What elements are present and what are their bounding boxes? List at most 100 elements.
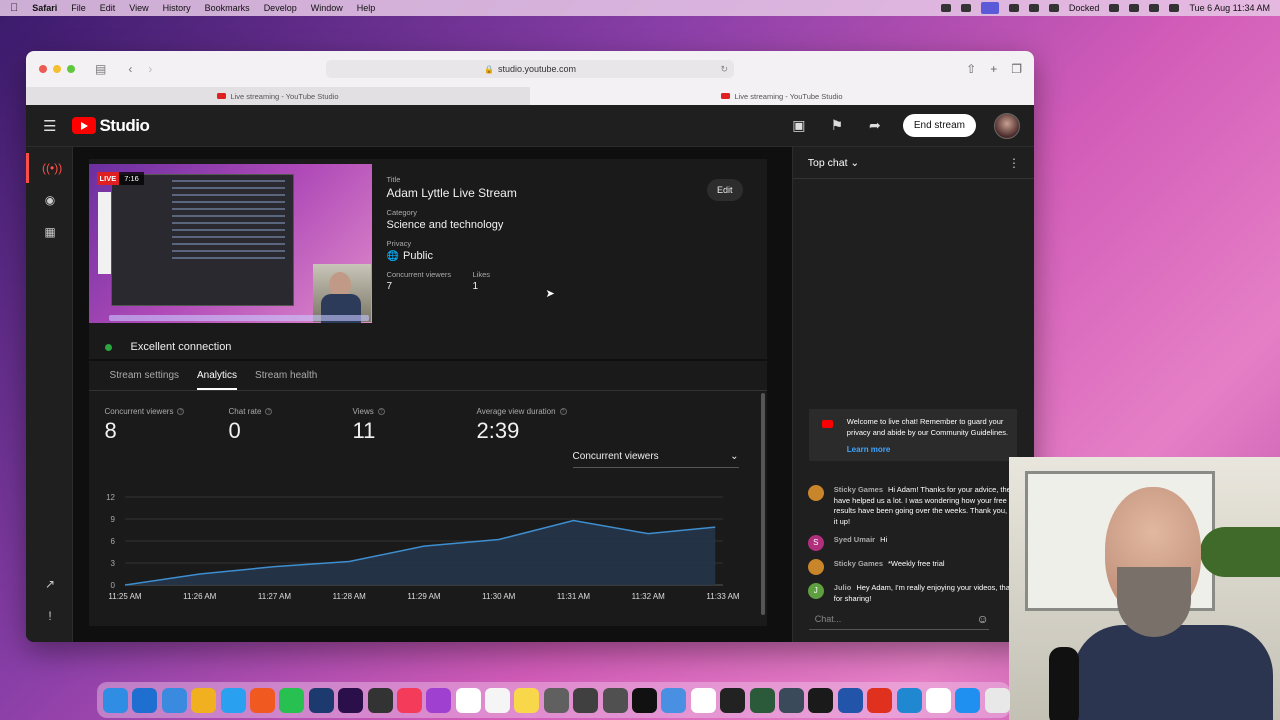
obs-icon[interactable] [367, 687, 393, 713]
git-icon[interactable] [720, 687, 746, 713]
tab-live-streaming-2[interactable]: Live streaming - YouTube Studio [530, 87, 1034, 105]
sidebar-icon[interactable]: ▤ [95, 62, 106, 76]
chat-avatar[interactable] [807, 485, 824, 501]
openai-icon[interactable] [925, 687, 951, 713]
safari-icon[interactable] [220, 687, 246, 713]
menu-edit[interactable]: Edit [100, 3, 116, 13]
help-icon[interactable]: ? [265, 408, 273, 415]
brave-icon[interactable] [249, 687, 275, 713]
calendar-icon[interactable]: ▦ [42, 225, 58, 239]
docked-label[interactable]: Docked [1069, 3, 1100, 13]
back-icon[interactable]: ‹ [128, 62, 132, 76]
openai-status-icon[interactable] [1008, 4, 1019, 12]
browser-icon[interactable] [896, 687, 922, 713]
avatar[interactable] [994, 112, 1020, 139]
spotlight-icon[interactable] [1149, 4, 1160, 12]
flask-icon[interactable] [749, 687, 775, 713]
live-broadcast-icon[interactable]: ((•)) [42, 161, 62, 175]
grid-icon[interactable] [602, 687, 628, 713]
menu-file[interactable]: File [71, 3, 86, 13]
tab-overview-icon[interactable]: ❐ [1011, 62, 1022, 76]
screen-icon[interactable] [980, 2, 999, 14]
chat-author[interactable]: Sticky Games [834, 485, 883, 494]
tab-stream-settings[interactable]: Stream settings [110, 362, 179, 389]
stream-preview[interactable]: LIVE 7:16 [88, 164, 372, 323]
edit-button[interactable]: Edit [707, 179, 743, 201]
zoom-window-button[interactable] [67, 65, 75, 73]
address-bar[interactable]: 🔒 studio.youtube.com ↻ [326, 60, 734, 78]
share-icon[interactable]: ⇧ [966, 62, 976, 76]
chrome-icon[interactable] [191, 687, 217, 713]
record-icon[interactable] [940, 4, 951, 12]
chat-author[interactable]: Julio [834, 583, 852, 592]
menu-window[interactable]: Window [311, 3, 343, 13]
photoshop-icon[interactable] [308, 687, 334, 713]
battery-icon[interactable] [1048, 4, 1059, 12]
menu-app[interactable]: Safari [32, 3, 57, 13]
x-icon[interactable] [632, 687, 658, 713]
finder-icon[interactable] [103, 687, 128, 713]
chat-avatar[interactable]: J [807, 583, 824, 599]
help-icon[interactable]: ? [559, 408, 567, 415]
clock[interactable]: Tue 6 Aug 11:34 AM [1189, 3, 1270, 13]
podcasts-icon[interactable] [426, 687, 452, 713]
external-link-icon[interactable]: ↗ [42, 577, 58, 591]
camera-status-icon[interactable] [960, 4, 971, 12]
chat-author[interactable]: Syed Umair [834, 535, 875, 544]
appstore-icon[interactable] [955, 687, 981, 713]
menu-develop[interactable]: Develop [264, 3, 297, 13]
music-icon[interactable] [396, 687, 422, 713]
menu-bookmarks[interactable]: Bookmarks [205, 3, 250, 13]
gamepad-icon[interactable] [1028, 4, 1039, 12]
forward-icon[interactable]: › [148, 62, 152, 76]
chat-avatar[interactable] [807, 559, 824, 575]
emoji-icon[interactable]: ☺ [977, 612, 989, 626]
xcode-icon[interactable] [161, 687, 187, 713]
calendar-icon[interactable] [455, 687, 481, 713]
menu-icon[interactable]: ☰ [43, 117, 56, 135]
end-stream-button[interactable]: End stream [902, 114, 976, 137]
chat-avatar[interactable]: S [807, 535, 824, 551]
whatsapp-icon[interactable] [279, 687, 305, 713]
textedit-icon[interactable] [690, 687, 716, 713]
chat-author[interactable]: Sticky Games [834, 559, 883, 568]
more-vert-icon[interactable]: ⋮ [1008, 156, 1020, 170]
clapperboard-icon[interactable]: ▣ [789, 117, 809, 134]
bookmark-icon[interactable]: ⚑ [827, 117, 847, 134]
reminders-icon[interactable] [485, 687, 511, 713]
preview-icon[interactable] [984, 687, 1010, 713]
app-icon[interactable] [661, 687, 687, 713]
camera-icon[interactable]: ◉ [42, 193, 58, 207]
studio-logo[interactable]: Studio [72, 116, 150, 136]
share-arrow-icon[interactable]: ➦ [865, 117, 885, 134]
menu-history[interactable]: History [163, 3, 191, 13]
metric-dropdown[interactable]: Concurrent viewers ⌄ [572, 451, 739, 468]
new-tab-icon[interactable]: + [990, 62, 997, 76]
close-window-button[interactable] [39, 65, 47, 73]
notes-icon[interactable] [514, 687, 540, 713]
chat-mode-dropdown[interactable]: Top chat ⌄ [808, 157, 859, 169]
help-icon[interactable]: ? [177, 408, 185, 415]
audio-icon[interactable] [867, 687, 893, 713]
shield-icon[interactable] [778, 687, 804, 713]
menu-view[interactable]: View [129, 3, 148, 13]
premiere-icon[interactable] [338, 687, 364, 713]
tab-analytics[interactable]: Analytics [197, 362, 238, 390]
analytics-scrollbar[interactable] [760, 393, 765, 615]
feedback-icon[interactable]: ! [42, 609, 58, 623]
screenshot-icon[interactable] [543, 687, 569, 713]
tab-live-streaming-1[interactable]: Live streaming - YouTube Studio [26, 87, 530, 105]
control-center-icon[interactable] [1169, 4, 1180, 12]
wifi-icon[interactable] [1129, 4, 1140, 12]
chat-input[interactable]: Chat... ☺ [808, 608, 989, 630]
apple-icon[interactable]:  [10, 2, 18, 14]
learn-more-link[interactable]: Learn more [847, 444, 1009, 455]
gem-icon[interactable] [808, 687, 834, 713]
menu-help[interactable]: Help [357, 3, 376, 13]
play-icon[interactable] [1109, 4, 1120, 12]
reload-icon[interactable]: ↻ [720, 64, 728, 75]
calculator-icon[interactable] [573, 687, 599, 713]
minimize-window-button[interactable] [53, 65, 61, 73]
tab-stream-health[interactable]: Stream health [255, 362, 317, 389]
vscode-icon[interactable] [132, 687, 158, 713]
